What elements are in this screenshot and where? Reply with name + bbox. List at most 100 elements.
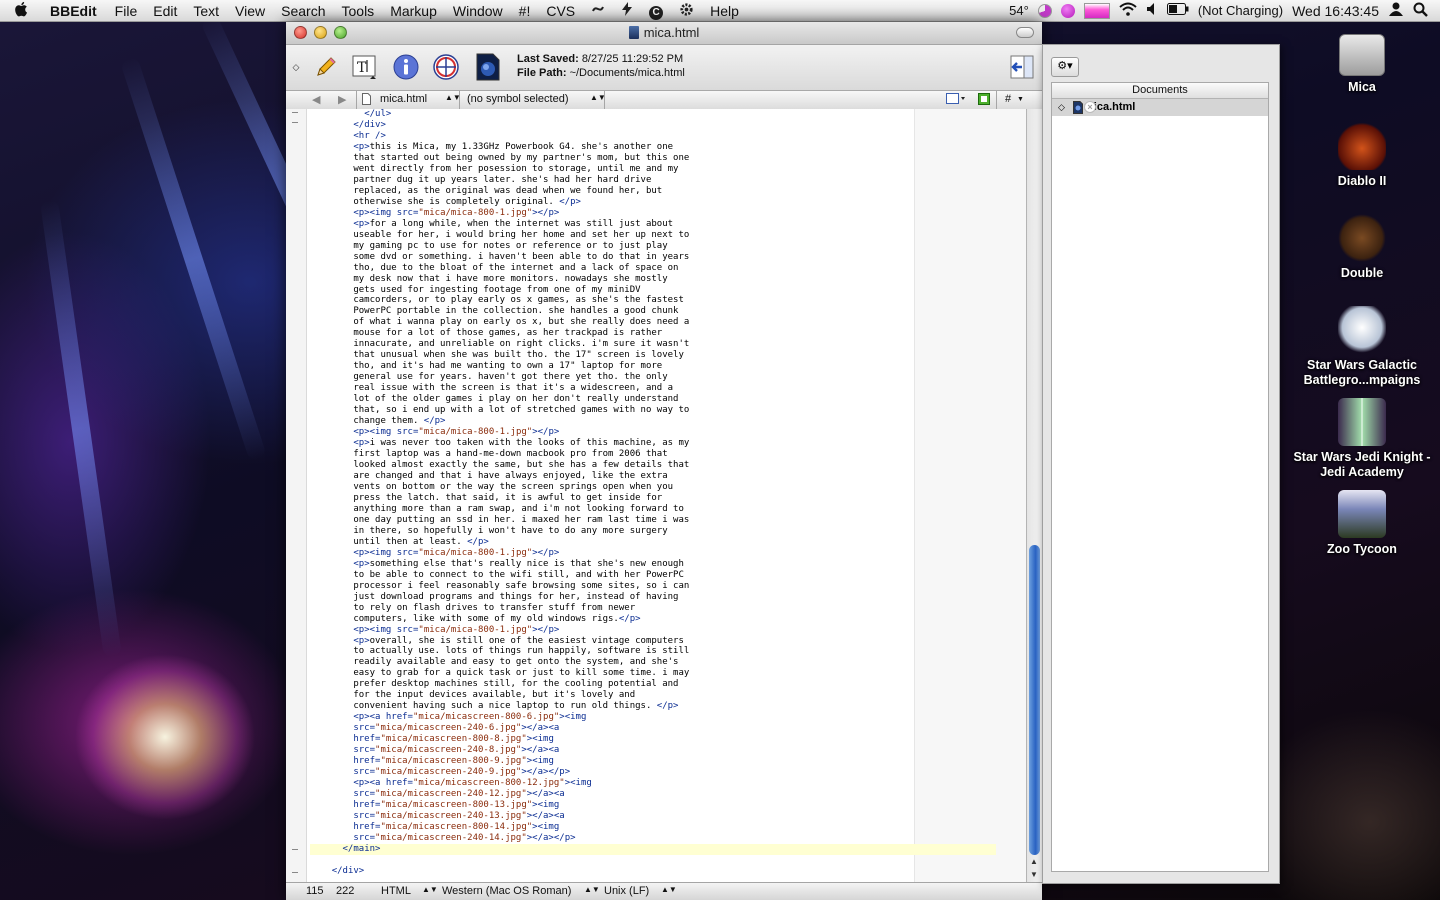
code-line[interactable] <box>310 855 996 866</box>
code-line[interactable]: replaced, as the original was dead when … <box>310 186 996 197</box>
language-popup-arrows-icon[interactable]: ▲▼ <box>422 885 438 894</box>
code-line[interactable]: prefer desktop machines still, for the c… <box>310 679 996 690</box>
cursor-line-number[interactable]: 115 <box>306 885 324 897</box>
menu-text[interactable]: Text <box>185 3 227 19</box>
code-line[interactable]: PowerPC portable in the collection. she … <box>310 306 996 317</box>
fold-marker-icon[interactable] <box>292 112 298 119</box>
code-line[interactable]: camcorders, or to play early os x games,… <box>310 295 996 306</box>
menu-scripts-icon[interactable] <box>583 2 613 19</box>
code-line[interactable]: <p><a href="mica/micascreen-800-6.jpg"><… <box>310 712 996 723</box>
code-line[interactable]: anything more than a ram swap, and i'm n… <box>310 504 996 515</box>
code-line[interactable]: of what i wanna play on early os x, but … <box>310 317 996 328</box>
code-line[interactable]: general use for years. haven't got there… <box>310 372 996 383</box>
code-line[interactable]: some dvd or something. i haven't been ab… <box>310 252 996 263</box>
markers-popup-icon[interactable] <box>946 93 966 108</box>
code-line[interactable]: to rely on flash drives to transfer stuf… <box>310 603 996 614</box>
scroll-thumb[interactable] <box>1029 545 1040 855</box>
user-icon[interactable] <box>1388 1 1404 20</box>
menu-clock[interactable]: Wed 16:43:45 <box>1292 3 1379 19</box>
documents-list-header[interactable]: Documents <box>1052 83 1268 99</box>
menu-file[interactable]: File <box>107 3 146 19</box>
menu-script-bolt-icon[interactable] <box>613 2 641 19</box>
battery-icon[interactable] <box>1166 3 1189 18</box>
code-line[interactable]: real issue with the screen is that it's … <box>310 383 996 394</box>
code-line[interactable]: </div> <box>310 120 996 131</box>
menu-help[interactable]: Help <box>702 3 747 19</box>
code-line[interactable]: first laptop was a hand-me-down macbook … <box>310 449 996 460</box>
code-line[interactable]: <hr /> <box>310 131 996 142</box>
code-line[interactable]: <p>i was never too taken with the looks … <box>310 438 996 449</box>
code-line[interactable]: <p>overall, she is still one of the easi… <box>310 636 996 647</box>
code-text[interactable]: </ul> </div> <hr /> <p>this is Mica, my … <box>310 109 996 877</box>
code-line[interactable]: press the latch. that said, it is awful … <box>310 493 996 504</box>
file-type-icon[interactable] <box>474 53 502 81</box>
cpu-pie-icon[interactable] <box>1037 3 1052 18</box>
desktop-icon-zoo-tycoon[interactable]: Zoo Tycoon <box>1292 490 1432 557</box>
menu-edit[interactable]: Edit <box>145 3 185 19</box>
function-popup-label[interactable]: # <box>1005 93 1011 105</box>
close-document-icon[interactable]: × <box>1084 101 1096 113</box>
code-line[interactable]: useable for her, i would bring her home … <box>310 230 996 241</box>
code-line[interactable]: convenient having such a nice laptop to … <box>310 701 996 712</box>
encoding-popup[interactable]: Western (Mac OS Roman) <box>442 885 571 897</box>
code-line[interactable]: went directly from her posession to stor… <box>310 164 996 175</box>
network-graph-icon[interactable] <box>1083 2 1110 19</box>
code-line[interactable]: change them. </p> <box>310 416 996 427</box>
menu-c-icon[interactable]: C <box>641 2 671 20</box>
code-line[interactable]: tho, due to the bloat of the internet an… <box>310 263 996 274</box>
menu-gear-icon[interactable] <box>671 2 702 20</box>
code-line[interactable]: vents on bottom or the way the screen sp… <box>310 482 996 493</box>
menu-cvs[interactable]: CVS <box>538 3 583 19</box>
menu-search[interactable]: Search <box>273 3 333 19</box>
code-line[interactable]: otherwise she is completely original. </… <box>310 197 996 208</box>
code-line[interactable]: that unusual when she was built tho. the… <box>310 350 996 361</box>
code-line[interactable]: easy to grab for a quick task or just to… <box>310 668 996 679</box>
code-line[interactable]: <p><a href="mica/micascreen-800-12.jpg">… <box>310 778 996 789</box>
nav-back-icon[interactable]: ◀ <box>312 93 320 106</box>
code-line[interactable]: for the input devices available, but it'… <box>310 690 996 701</box>
code-line[interactable]: one day putting an ssd in her. i maxed h… <box>310 515 996 526</box>
code-line[interactable]: looked almost exactly the same, but she … <box>310 460 996 471</box>
code-line[interactable]: <p>for a long while, when the internet w… <box>310 219 996 230</box>
close-window-button[interactable] <box>294 26 307 39</box>
volume-icon[interactable] <box>1146 2 1158 19</box>
code-line[interactable]: are changed and that i have always enjoy… <box>310 471 996 482</box>
code-line[interactable]: my desk now that i have more monitors. n… <box>310 274 996 285</box>
code-line[interactable]: <p>something else that's really nice is … <box>310 559 996 570</box>
toolbar-toggle-button[interactable] <box>1016 27 1034 38</box>
file-popup-label[interactable]: mica.html <box>380 93 427 105</box>
code-line[interactable]: in there, so hopefully i won't have to d… <box>310 526 996 537</box>
drawer-gear-icon[interactable]: ⚙▾ <box>1051 57 1079 77</box>
desktop-icon-galactic-battlegrounds[interactable]: Star Wars Galactic Battlegro...mpaigns <box>1292 306 1432 388</box>
menu-app-name[interactable]: BBEdit <box>42 3 107 19</box>
menu-window[interactable]: Window <box>445 3 511 19</box>
code-line[interactable]: src="mica/micascreen-240-6.jpg"></a><a <box>310 723 996 734</box>
code-line[interactable]: gets used for ingesting footage from one… <box>310 285 996 296</box>
nav-forward-icon[interactable]: ▶ <box>338 93 346 106</box>
apple-menu-icon[interactable] <box>0 1 42 21</box>
code-line[interactable]: src="mica/micascreen-240-14.jpg"></a></p… <box>310 833 996 844</box>
counterpart-icon[interactable] <box>978 93 990 108</box>
toggle-drawer-icon[interactable] <box>1008 53 1036 81</box>
code-line[interactable]: src="mica/micascreen-240-12.jpg"></a><a <box>310 789 996 800</box>
code-line[interactable]: that, so i end up with a lot of stretche… <box>310 405 996 416</box>
code-line[interactable]: processor i feel reasonably safe browsin… <box>310 581 996 592</box>
menu-shebang[interactable]: #! <box>511 3 539 19</box>
fold-marker-icon[interactable] <box>292 122 298 129</box>
code-line[interactable]: lot of the older games i play on her don… <box>310 394 996 405</box>
menu-view[interactable]: View <box>227 3 273 19</box>
editor-gutter[interactable] <box>286 109 307 882</box>
code-line[interactable]: <p><img src="mica/mica-800-1.jpg"></p> <box>310 208 996 219</box>
code-line[interactable]: until then at least. </p> <box>310 537 996 548</box>
vertical-scrollbar[interactable]: ▲ ▼ <box>1026 109 1042 882</box>
scroll-up-arrow-icon[interactable]: ▲ <box>1030 857 1038 866</box>
pencil-icon[interactable] <box>312 53 340 81</box>
code-line[interactable]: href="mica/micascreen-800-8.jpg"><img <box>310 734 996 745</box>
code-line[interactable]: <p>this is Mica, my 1.33GHz Powerbook G4… <box>310 142 996 153</box>
code-line[interactable]: src="mica/micascreen-240-13.jpg"></a><a <box>310 811 996 822</box>
code-line[interactable]: href="mica/micascreen-800-13.jpg"><img <box>310 800 996 811</box>
scroll-down-arrow-icon[interactable]: ▼ <box>1030 870 1038 879</box>
function-popup-arrow-icon[interactable]: ▼ <box>1017 96 1024 103</box>
desktop-icon-jedi-academy[interactable]: Star Wars Jedi Knight - Jedi Academy <box>1292 398 1432 480</box>
code-line[interactable]: that started out being owned by my partn… <box>310 153 996 164</box>
